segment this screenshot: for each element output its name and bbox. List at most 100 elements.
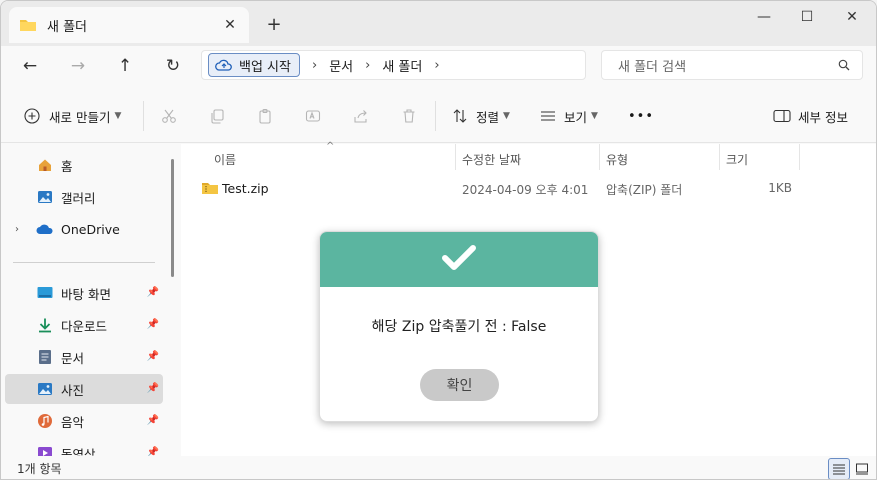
sidebar-item-gallery[interactable]: 갤러리 <box>5 182 163 212</box>
column-header-type[interactable]: 유형 <box>606 148 628 170</box>
desktop-icon <box>36 285 54 301</box>
sidebar-item-label: OneDrive <box>61 221 120 237</box>
command-bar: 새로 만들기 ▼ 정렬 ▼ 보기 ▼ ••• 세부 정보 <box>1 89 876 143</box>
cloud-backup-icon <box>215 58 233 72</box>
sidebar-item-pictures[interactable]: 사진 📌 <box>5 374 163 404</box>
music-icon <box>36 413 54 429</box>
up-button[interactable]: ↑ <box>110 52 140 80</box>
dialog-header <box>320 232 598 287</box>
tab-close-icon[interactable]: ✕ <box>219 14 241 36</box>
column-header-name[interactable]: 이름 <box>214 148 236 170</box>
cloud-icon <box>36 221 54 237</box>
document-icon <box>36 349 54 365</box>
sort-button-label: 정렬 <box>476 109 500 125</box>
column-header-date[interactable]: 수정한 날짜 <box>462 148 521 170</box>
column-divider[interactable] <box>599 144 600 170</box>
back-button[interactable]: ← <box>15 52 45 80</box>
minimize-button[interactable]: — <box>749 7 779 27</box>
navigation-pane: 홈 갤러리 › OneDrive 바탕 화면 📌 다운로드 📌 문서 📌 사진 … <box>1 144 171 456</box>
column-divider[interactable] <box>799 144 800 170</box>
new-button-label: 새로 만들기 <box>49 109 111 125</box>
sidebar-item-label: 음악 <box>61 414 85 430</box>
sidebar-item-music[interactable]: 음악 📌 <box>5 406 163 436</box>
column-header-size[interactable]: 크기 <box>726 148 748 170</box>
breadcrumb-separator[interactable]: › <box>434 58 439 73</box>
search-input[interactable]: 새 폴더 검색 <box>601 50 863 80</box>
home-icon <box>36 157 54 173</box>
sidebar-item-label: 바탕 화면 <box>61 286 111 302</box>
trash-icon <box>400 107 418 125</box>
share-button[interactable] <box>352 103 370 129</box>
zip-folder-icon <box>201 181 219 198</box>
details-view-button[interactable] <box>828 458 850 479</box>
sidebar-scrollbar[interactable] <box>171 159 174 277</box>
rename-button[interactable] <box>304 103 322 129</box>
clipboard-icon <box>256 107 274 125</box>
scissors-icon <box>160 107 178 125</box>
sidebar-item-onedrive[interactable]: › OneDrive <box>5 214 163 244</box>
sidebar-item-downloads[interactable]: 다운로드 📌 <box>5 310 163 340</box>
search-placeholder: 새 폴더 검색 <box>618 59 687 75</box>
pin-icon[interactable]: 📌 <box>147 319 159 330</box>
table-row[interactable]: Test.zip 2024-04-09 오후 4:01 압축(ZIP) 폴더 1… <box>199 177 799 199</box>
new-tab-button[interactable]: + <box>263 13 285 35</box>
sidebar-item-home[interactable]: 홈 <box>5 150 163 180</box>
sidebar-item-documents[interactable]: 문서 📌 <box>5 342 163 372</box>
forward-button[interactable]: → <box>63 52 93 80</box>
sort-button[interactable]: 정렬 ▼ <box>451 103 510 129</box>
video-icon <box>36 445 54 456</box>
view-button[interactable]: 보기 ▼ <box>539 103 598 129</box>
new-button[interactable]: 새로 만들기 ▼ <box>23 103 121 129</box>
sidebar-item-videos[interactable]: 동영상 📌 <box>5 438 163 456</box>
confirm-button[interactable]: 확인 <box>420 369 499 401</box>
sidebar-item-label: 사진 <box>61 382 85 398</box>
address-row: ← → ↑ ↻ 백업 시작 › 문서 › 새 폴더 › 새 폴더 검색 <box>1 46 876 86</box>
title-bar: 새 폴더 ✕ + — ☐ ✕ <box>1 1 876 46</box>
sidebar-item-label: 문서 <box>61 350 85 366</box>
sidebar-item-label: 홈 <box>61 158 73 174</box>
column-divider[interactable] <box>719 144 720 170</box>
sidebar-item-desktop[interactable]: 바탕 화면 📌 <box>5 278 163 308</box>
maximize-button[interactable]: ☐ <box>792 7 822 27</box>
delete-button[interactable] <box>400 103 418 129</box>
sort-icon <box>451 107 469 125</box>
refresh-button[interactable]: ↻ <box>158 52 188 80</box>
sort-ascending-icon: ^ <box>326 141 335 152</box>
details-pane-label: 세부 정보 <box>798 109 848 125</box>
download-icon <box>36 317 54 333</box>
pin-icon[interactable]: 📌 <box>147 447 159 456</box>
pictures-icon <box>36 381 54 397</box>
copy-icon <box>208 107 226 125</box>
file-name: Test.zip <box>222 181 269 196</box>
paste-button[interactable] <box>256 103 274 129</box>
pin-icon[interactable]: 📌 <box>147 287 159 298</box>
more-options-button[interactable]: ••• <box>628 103 654 129</box>
backup-start-button[interactable]: 백업 시작 <box>208 53 300 77</box>
close-button[interactable]: ✕ <box>837 7 867 27</box>
search-icon <box>838 59 850 71</box>
tiles-view-button[interactable] <box>851 458 873 479</box>
chevron-down-icon: ▼ <box>503 111 510 121</box>
expand-chevron-icon[interactable]: › <box>15 224 19 235</box>
view-button-label: 보기 <box>564 109 588 125</box>
breadcrumb-separator[interactable]: › <box>312 58 317 73</box>
alert-dialog: 해당 Zip 압축풀기 전 : False 확인 <box>319 231 599 422</box>
item-count: 1개 항목 <box>17 462 62 476</box>
column-divider[interactable] <box>455 144 456 170</box>
pin-icon[interactable]: 📌 <box>147 415 159 426</box>
folder-tab[interactable]: 새 폴더 ✕ <box>9 7 249 43</box>
pin-icon[interactable]: 📌 <box>147 383 159 394</box>
details-pane-button[interactable]: 세부 정보 <box>773 103 848 129</box>
breadcrumb-separator[interactable]: › <box>365 58 370 73</box>
pin-icon[interactable]: 📌 <box>147 351 159 362</box>
sidebar-divider <box>13 262 155 263</box>
breadcrumb-documents[interactable]: 문서 <box>329 56 353 75</box>
gallery-icon <box>36 189 54 205</box>
view-list-icon <box>539 107 557 125</box>
copy-button[interactable] <box>208 103 226 129</box>
address-bar[interactable]: 백업 시작 › 문서 › 새 폴더 › <box>201 50 586 80</box>
details-pane-icon <box>773 107 791 125</box>
cut-button[interactable] <box>160 103 178 129</box>
status-bar: 1개 항목 <box>1 456 876 479</box>
breadcrumb-new-folder[interactable]: 새 폴더 <box>382 56 422 75</box>
